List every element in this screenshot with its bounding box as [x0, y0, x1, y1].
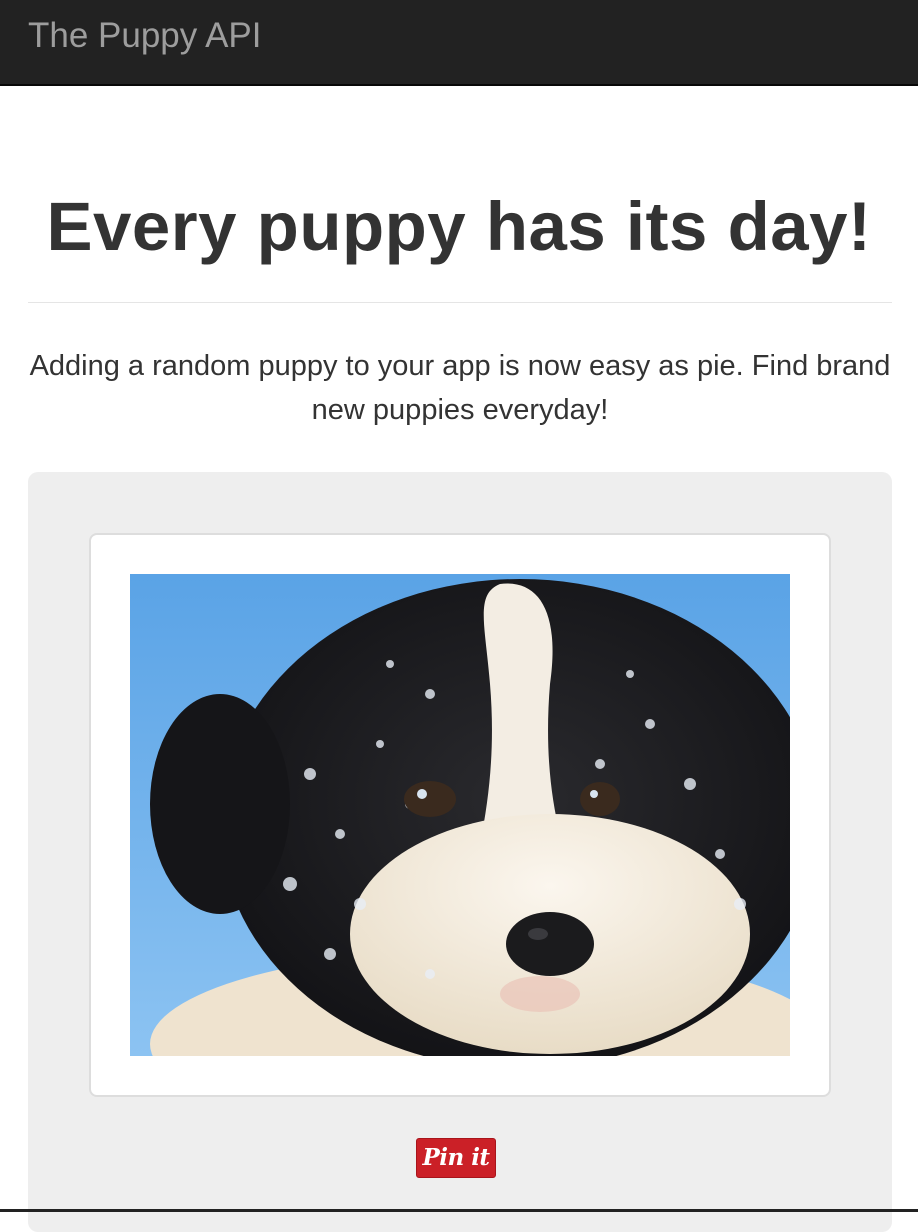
top-navbar: The Puppy API	[0, 0, 918, 86]
header-divider	[28, 302, 892, 303]
puppy-well: Pin it	[28, 472, 892, 1232]
puppy-thumbnail	[89, 533, 831, 1097]
page-headline: Every puppy has its day!	[46, 188, 872, 265]
puppy-photo	[130, 574, 790, 1056]
brand-link[interactable]: The Puppy API	[28, 14, 261, 58]
lead-paragraph: Adding a random puppy to your app is now…	[29, 350, 891, 426]
pin-it-button[interactable]: Pin it	[416, 1138, 496, 1178]
